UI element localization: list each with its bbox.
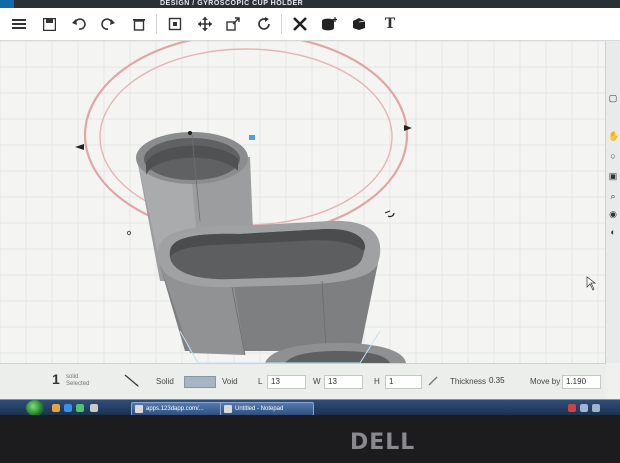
browser-icon[interactable] (64, 404, 72, 412)
select-icon[interactable] (162, 12, 188, 36)
browser-task-icon (135, 405, 143, 413)
combine-icon[interactable] (346, 12, 372, 36)
corner-handle[interactable] (126, 230, 132, 236)
main-toolbar: T (0, 8, 620, 41)
save-icon[interactable] (36, 12, 62, 36)
eye-icon[interactable]: ◉ (608, 209, 618, 219)
material-icon[interactable]: ◐ (608, 227, 618, 237)
width-label: W (313, 377, 321, 386)
move-by-label: Move by (530, 377, 561, 386)
void-label[interactable]: Void (222, 377, 238, 386)
height-field[interactable]: 1 (385, 375, 422, 389)
app-badge (0, 0, 14, 8)
quick-launch-icon[interactable] (90, 404, 98, 412)
window-title: DESIGN / GYROSCOPIC CUP HOLDER (160, 0, 303, 8)
thickness-label: Thickness (450, 377, 487, 386)
arrow-handle-right[interactable] (404, 125, 412, 131)
task-notepad[interactable]: Untitled - Notepad (220, 402, 314, 415)
undo-icon[interactable] (66, 12, 92, 36)
rotate-icon[interactable] (251, 12, 277, 36)
length-field[interactable]: 13 (267, 375, 306, 389)
task-label: Untitled - Notepad (235, 406, 284, 412)
tools-icon[interactable] (287, 12, 313, 36)
monitor-brand-logo: DELL (350, 430, 416, 455)
window-title-bar: DESIGN / GYROSCOPIC CUP HOLDER (0, 0, 620, 8)
mouse-cursor-icon (586, 276, 597, 291)
selected-count-label: solid (66, 374, 79, 380)
solid-void-toggle[interactable] (184, 376, 216, 388)
add-shape-icon[interactable] (316, 12, 342, 36)
grid-and-model (0, 41, 606, 363)
height-label: H (374, 377, 380, 386)
task-browser[interactable]: apps.123dapp.com/... (131, 402, 227, 415)
selected-count-sublabel: Selected (66, 381, 90, 387)
move-by-field[interactable]: 1.190 (562, 375, 601, 389)
media-icon[interactable] (76, 404, 84, 412)
tray-alert-icon[interactable] (568, 404, 576, 412)
monitor-screen: DESIGN / GYROSCOPIC CUP HOLDER T ▢ ✋ ○ ▣… (0, 0, 620, 415)
toolbar-divider (281, 14, 282, 34)
text-icon[interactable]: T (377, 12, 403, 36)
view-tool-column: ▢ ✋ ○ ▣ ⌕ ◉ ◐ (605, 41, 620, 363)
hand-pan-icon[interactable]: ✋ (608, 131, 619, 141)
tray-network-icon[interactable] (580, 404, 588, 412)
menu-icon[interactable] (6, 12, 32, 36)
toolbar-divider (156, 14, 157, 34)
height-handle[interactable] (249, 135, 255, 140)
length-label: L (258, 377, 263, 386)
snap-icon[interactable] (428, 376, 438, 386)
document-title: GYROSCOPIC CUP HOLDER (197, 0, 304, 7)
zoom-tool-icon[interactable]: ⌕ (608, 191, 618, 201)
selected-count: 1 (52, 371, 60, 387)
thickness-field[interactable]: 0.35 (486, 375, 513, 387)
3d-workspace-canvas[interactable] (0, 41, 606, 363)
task-label: apps.123dapp.com/... (146, 406, 204, 412)
explorer-icon[interactable] (52, 404, 60, 412)
rotate-handle[interactable] (384, 210, 395, 218)
redo-icon[interactable] (95, 12, 121, 36)
cup-holder-oval[interactable] (157, 220, 381, 356)
width-field[interactable]: 13 (324, 375, 363, 389)
material-pen-icon[interactable] (124, 374, 140, 388)
vertex-handle[interactable] (188, 131, 192, 135)
view-icon[interactable]: ▢ (608, 93, 618, 103)
notepad-task-icon (224, 405, 232, 413)
properties-bar: 1 solid Selected Solid Void L 13 W 13 H … (0, 363, 606, 400)
title-prefix: DESIGN (160, 0, 190, 7)
start-button[interactable] (26, 400, 44, 415)
tray-volume-icon[interactable] (592, 404, 600, 412)
solid-label: Solid (156, 377, 174, 386)
windows-taskbar: apps.123dapp.com/... Untitled - Notepad (0, 399, 620, 415)
move-icon[interactable] (192, 12, 218, 36)
scale-icon[interactable] (220, 12, 246, 36)
fit-icon[interactable]: ▣ (608, 171, 618, 181)
zoom-icon[interactable]: ○ (608, 151, 618, 161)
delete-icon[interactable] (126, 12, 152, 36)
